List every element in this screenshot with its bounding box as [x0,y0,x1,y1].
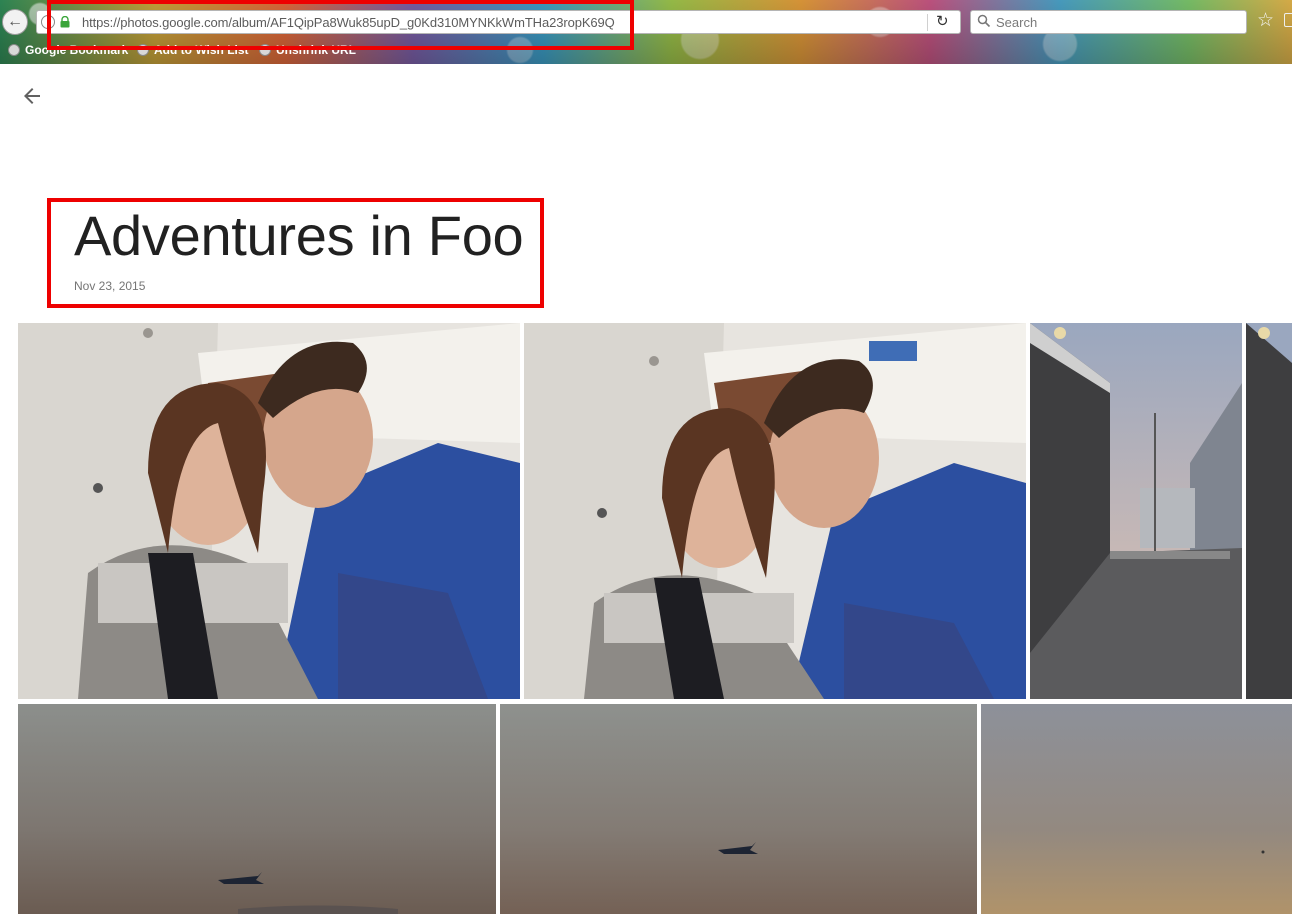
globe-icon [8,44,20,56]
url-highlight-box [47,0,634,50]
reading-list-icon[interactable] [1284,13,1292,27]
back-arrow-icon: ← [7,13,23,30]
plane-sky-photo [18,704,496,914]
photo-tile[interactable] [18,704,496,914]
photo-tile[interactable] [981,704,1292,914]
photo-tile[interactable] [18,323,520,699]
album-title: Adventures in Foo [74,204,524,267]
buildings-photo [1246,323,1292,699]
browser-toolbar: ← i https://photos.google.com/album/AF1Q… [0,0,1292,64]
selfie-photo [18,323,520,699]
photo-tile[interactable] [500,704,977,914]
buildings-photo [1030,323,1242,699]
browser-back-button[interactable]: ← [2,9,28,35]
photo-tile[interactable] [1030,323,1242,699]
photo-tile[interactable] [524,323,1026,699]
search-icon [977,14,991,28]
photo-tile[interactable] [1246,323,1292,699]
album-date: Nov 23, 2015 [74,279,146,293]
dusk-sky-photo [981,704,1292,914]
search-placeholder: Search [996,15,1038,30]
address-bar-divider [927,14,928,31]
plane-sky-photo [500,704,977,914]
selfie-photo [524,323,1026,699]
bookmark-star-icon[interactable]: ☆ [1257,9,1274,32]
reload-icon[interactable]: ↻ [936,12,949,30]
back-arrow-icon[interactable] [20,84,44,108]
search-input[interactable]: Search [970,10,1247,34]
